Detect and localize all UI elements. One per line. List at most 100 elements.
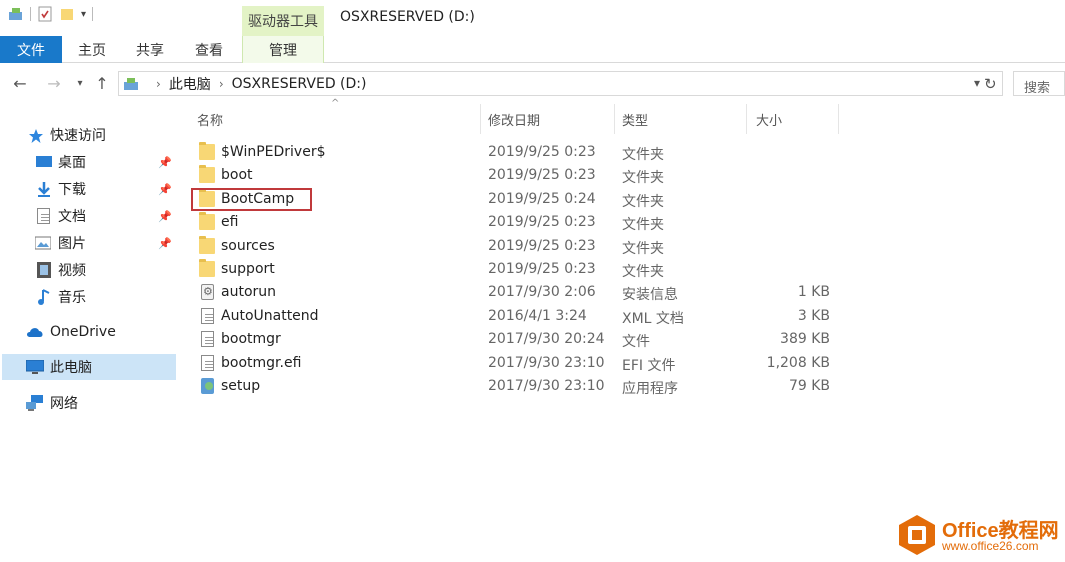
sidebar-item-onedrive[interactable]: OneDrive [0, 319, 178, 345]
quick-access-toolbar: ▾ [8, 6, 94, 22]
customize-toolbar-dropdown-icon[interactable]: ▾ [81, 9, 86, 20]
computer-icon [25, 359, 45, 376]
office-logo-icon [898, 514, 936, 556]
sidebar-item-label: 文档 [58, 209, 86, 225]
sidebar-item-downloads[interactable]: 下载 📌 [0, 176, 178, 202]
file-type: 应用程序 [622, 381, 678, 397]
column-header-size[interactable]: 大小 [756, 102, 782, 136]
drive-properties-icon[interactable] [8, 6, 24, 22]
sidebar-item-pictures[interactable]: 图片 📌 [0, 230, 178, 256]
file-type: 文件夹 [622, 193, 664, 210]
pin-icon[interactable]: 📌 [158, 183, 172, 196]
file-row[interactable]: bootmgr.efi 2017/9/30 23:10 EFI 文件 1,208 KB [192, 352, 842, 375]
file-type: 文件夹 [622, 170, 664, 187]
file-name[interactable]: AutoUnattend [221, 308, 319, 324]
music-icon [37, 288, 53, 305]
file-modified-date: 2019/9/25 0:23 [488, 237, 596, 254]
sidebar-item-documents[interactable]: 文档 📌 [0, 203, 178, 229]
column-divider[interactable] [480, 104, 481, 134]
breadcrumb-drive[interactable]: OSXRESERVED (D:) [232, 76, 367, 92]
tab-manage[interactable]: 管理 [242, 36, 324, 63]
folder-icon [199, 212, 215, 231]
file-row[interactable]: $WinPEDriver$ 2019/9/25 0:23 文件夹 [192, 141, 842, 164]
file-size: 1,208 KB [766, 354, 830, 371]
file-name[interactable]: $WinPEDriver$ [221, 144, 325, 160]
file-type: 文件夹 [622, 264, 664, 280]
file-row[interactable]: bootmgr 2017/9/30 20:24 文件 389 KB [192, 328, 842, 351]
back-arrow-icon[interactable]: ← [10, 74, 30, 93]
file-name[interactable]: bootmgr [221, 331, 281, 347]
breadcrumb-this-pc[interactable]: 此电脑 [169, 74, 211, 94]
sidebar-item-label: 图片 [58, 236, 86, 252]
sidebar-item-this-pc[interactable]: 此电脑 [2, 354, 176, 380]
file-row[interactable]: autorun 2017/9/30 2:06 安装信息 1 KB [192, 281, 842, 304]
sort-ascending-icon: ^ [331, 98, 340, 109]
file-name[interactable]: bootmgr.efi [221, 355, 301, 371]
sidebar-item-desktop[interactable]: 桌面 📌 [0, 149, 178, 175]
navigation-pane: 快速访问 桌面 📌 下载 📌 文档 📌 图片 📌 视频 音乐 OneDrive … [0, 110, 178, 562]
recent-locations-chevron-icon[interactable]: ▾ [70, 78, 90, 89]
tab-share[interactable]: 共享 [128, 36, 172, 63]
up-arrow-icon[interactable]: ↑ [92, 74, 112, 93]
file-type: 文件夹 [622, 240, 664, 257]
breadcrumb-chevron-icon[interactable]: › [156, 77, 161, 91]
file-modified-date: 2019/9/25 0:24 [488, 190, 596, 207]
column-header-date[interactable]: 修改日期 [488, 102, 540, 136]
file-row[interactable]: efi 2019/9/25 0:23 文件夹 [192, 211, 842, 234]
new-folder-icon[interactable] [59, 6, 75, 22]
sidebar-item-music[interactable]: 音乐 [0, 284, 178, 310]
file-modified-date: 2017/9/30 2:06 [488, 284, 596, 301]
file-modified-date: 2019/9/25 0:23 [488, 167, 596, 184]
file-type: 文件夹 [622, 217, 664, 234]
desktop-icon [36, 155, 52, 171]
file-name[interactable]: autorun [221, 284, 276, 300]
breadcrumb-chevron-icon[interactable]: › [219, 77, 224, 91]
file-name[interactable]: support [221, 261, 275, 277]
pin-icon[interactable]: 📌 [158, 210, 172, 223]
sidebar-item-quick-access[interactable]: 快速访问 [0, 122, 178, 148]
file-row[interactable]: boot 2019/9/25 0:23 文件夹 [192, 164, 842, 187]
properties-checkmark-icon[interactable] [37, 6, 53, 22]
tab-home[interactable]: 主页 [70, 36, 114, 63]
pictures-icon [34, 236, 52, 252]
file-name[interactable]: sources [221, 238, 275, 254]
tab-view[interactable]: 查看 [187, 36, 231, 63]
file-icon [201, 331, 214, 348]
sidebar-item-label: OneDrive [50, 324, 116, 340]
file-name[interactable]: setup [221, 378, 260, 394]
sidebar-item-network[interactable]: 网络 [0, 390, 178, 416]
file-type: 安装信息 [622, 287, 678, 304]
pin-icon[interactable]: 📌 [158, 156, 172, 169]
sidebar-item-label: 桌面 [58, 155, 86, 171]
address-bar[interactable]: › 此电脑 › OSXRESERVED (D:) ▾ [118, 71, 1003, 96]
tab-file[interactable]: 文件 [0, 36, 62, 63]
search-input[interactable]: 搜索 [1013, 71, 1065, 96]
file-modified-date: 2017/9/30 23:10 [488, 378, 605, 394]
refresh-icon[interactable]: ↻ [984, 75, 997, 93]
column-header-name[interactable]: 名称 [197, 102, 223, 136]
file-row[interactable]: support 2019/9/25 0:23 文件夹 [192, 258, 842, 281]
file-row[interactable]: sources 2019/9/25 0:23 文件夹 [192, 235, 842, 258]
pin-icon[interactable]: 📌 [158, 237, 172, 250]
file-row[interactable]: setup 2017/9/30 23:10 应用程序 79 KB [192, 375, 842, 398]
document-icon [37, 208, 50, 224]
file-type: 文件夹 [622, 147, 664, 163]
sidebar-item-videos[interactable]: 视频 [0, 257, 178, 283]
file-size: 389 KB [780, 331, 830, 348]
ribbon-tabs: 文件 主页 共享 查看 管理 [0, 36, 1065, 63]
file-name[interactable]: efi [221, 214, 238, 230]
column-header-type[interactable]: 类型 [622, 102, 648, 136]
address-dropdown-icon[interactable]: ▾ [974, 76, 980, 90]
column-divider[interactable] [746, 104, 747, 134]
file-row[interactable]: AutoUnattend 2016/4/1 3:24 XML 文档 3 KB [192, 305, 842, 328]
drive-tools-context-tab: 驱动器工具 [242, 6, 324, 36]
title-bar: ▾ 驱动器工具 OSXRESERVED (D:) [0, 0, 1065, 36]
highlight-box [191, 188, 312, 211]
forward-arrow-icon[interactable]: → [44, 74, 64, 93]
file-size: 3 KB [797, 307, 830, 324]
column-divider[interactable] [838, 104, 839, 134]
watermark: Office教程网 www.office26.com [898, 508, 1062, 558]
watermark-url: www.office26.com [942, 539, 1039, 553]
column-divider[interactable] [614, 104, 615, 134]
file-name[interactable]: boot [221, 167, 253, 183]
